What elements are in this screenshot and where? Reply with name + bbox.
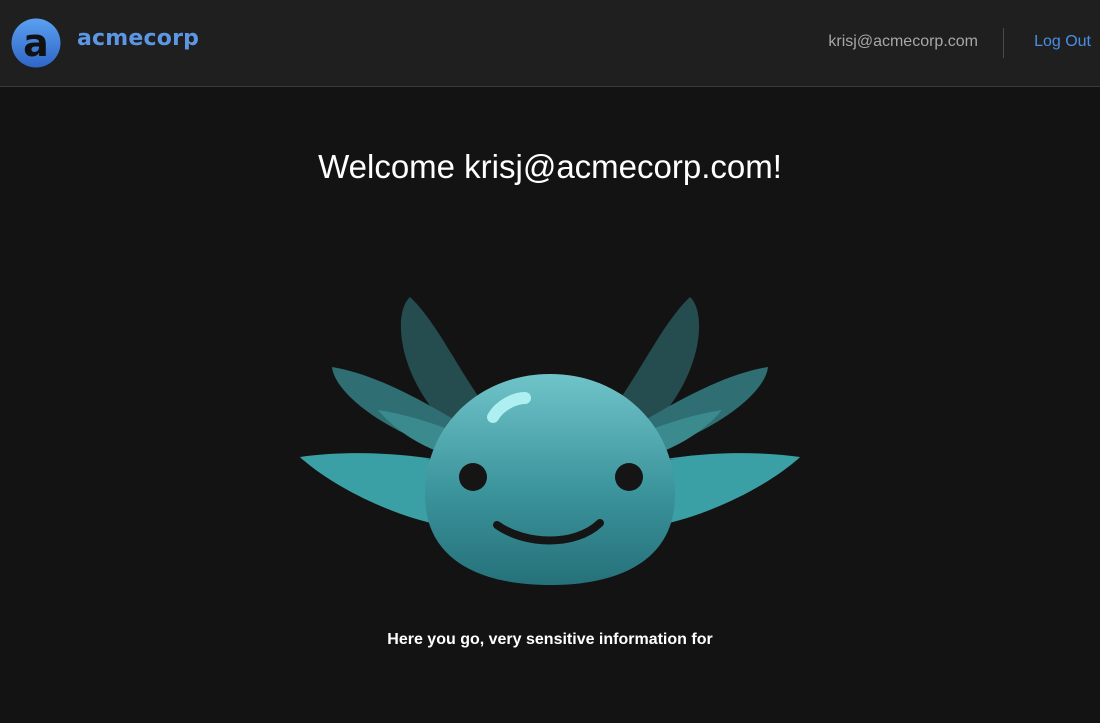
brand-name[interactable]: acmecorp (77, 26, 199, 51)
axolotl-mascot-image (300, 297, 800, 585)
welcome-heading: Welcome krisj@acmecorp.com! (318, 148, 782, 185)
svg-text:a: a (23, 21, 49, 65)
user-email: krisj@acmecorp.com (828, 33, 978, 50)
acmecorp-logo-icon[interactable]: a (11, 18, 61, 68)
header-divider (1003, 28, 1004, 58)
logout-link[interactable]: Log Out (1034, 33, 1091, 51)
top-navigation-bar: a acmecorp krisj@acmecorp.com Log Out (0, 0, 1100, 87)
sensitive-info-text: Here you go, very sensitive information … (387, 631, 713, 648)
